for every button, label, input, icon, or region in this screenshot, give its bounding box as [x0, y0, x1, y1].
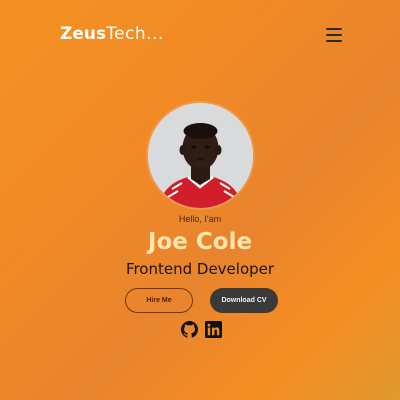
greeting-text: Hello, I'am	[178, 214, 222, 224]
brand-bold-text: Zeus	[60, 24, 107, 44]
hamburger-menu-icon[interactable]	[322, 24, 346, 44]
linkedin-icon[interactable]	[205, 321, 222, 338]
avatar	[148, 103, 253, 208]
profile-role: Frontend Developer	[125, 260, 275, 278]
brand-logo[interactable]: ZeusTech...	[60, 23, 164, 45]
hire-me-button[interactable]: Hire Me	[125, 288, 193, 313]
brand-light-text: Tech...	[106, 24, 164, 44]
download-cv-button[interactable]: Download CV	[210, 288, 278, 313]
github-icon[interactable]	[181, 321, 198, 338]
profile-name: Joe Cole	[147, 229, 253, 255]
